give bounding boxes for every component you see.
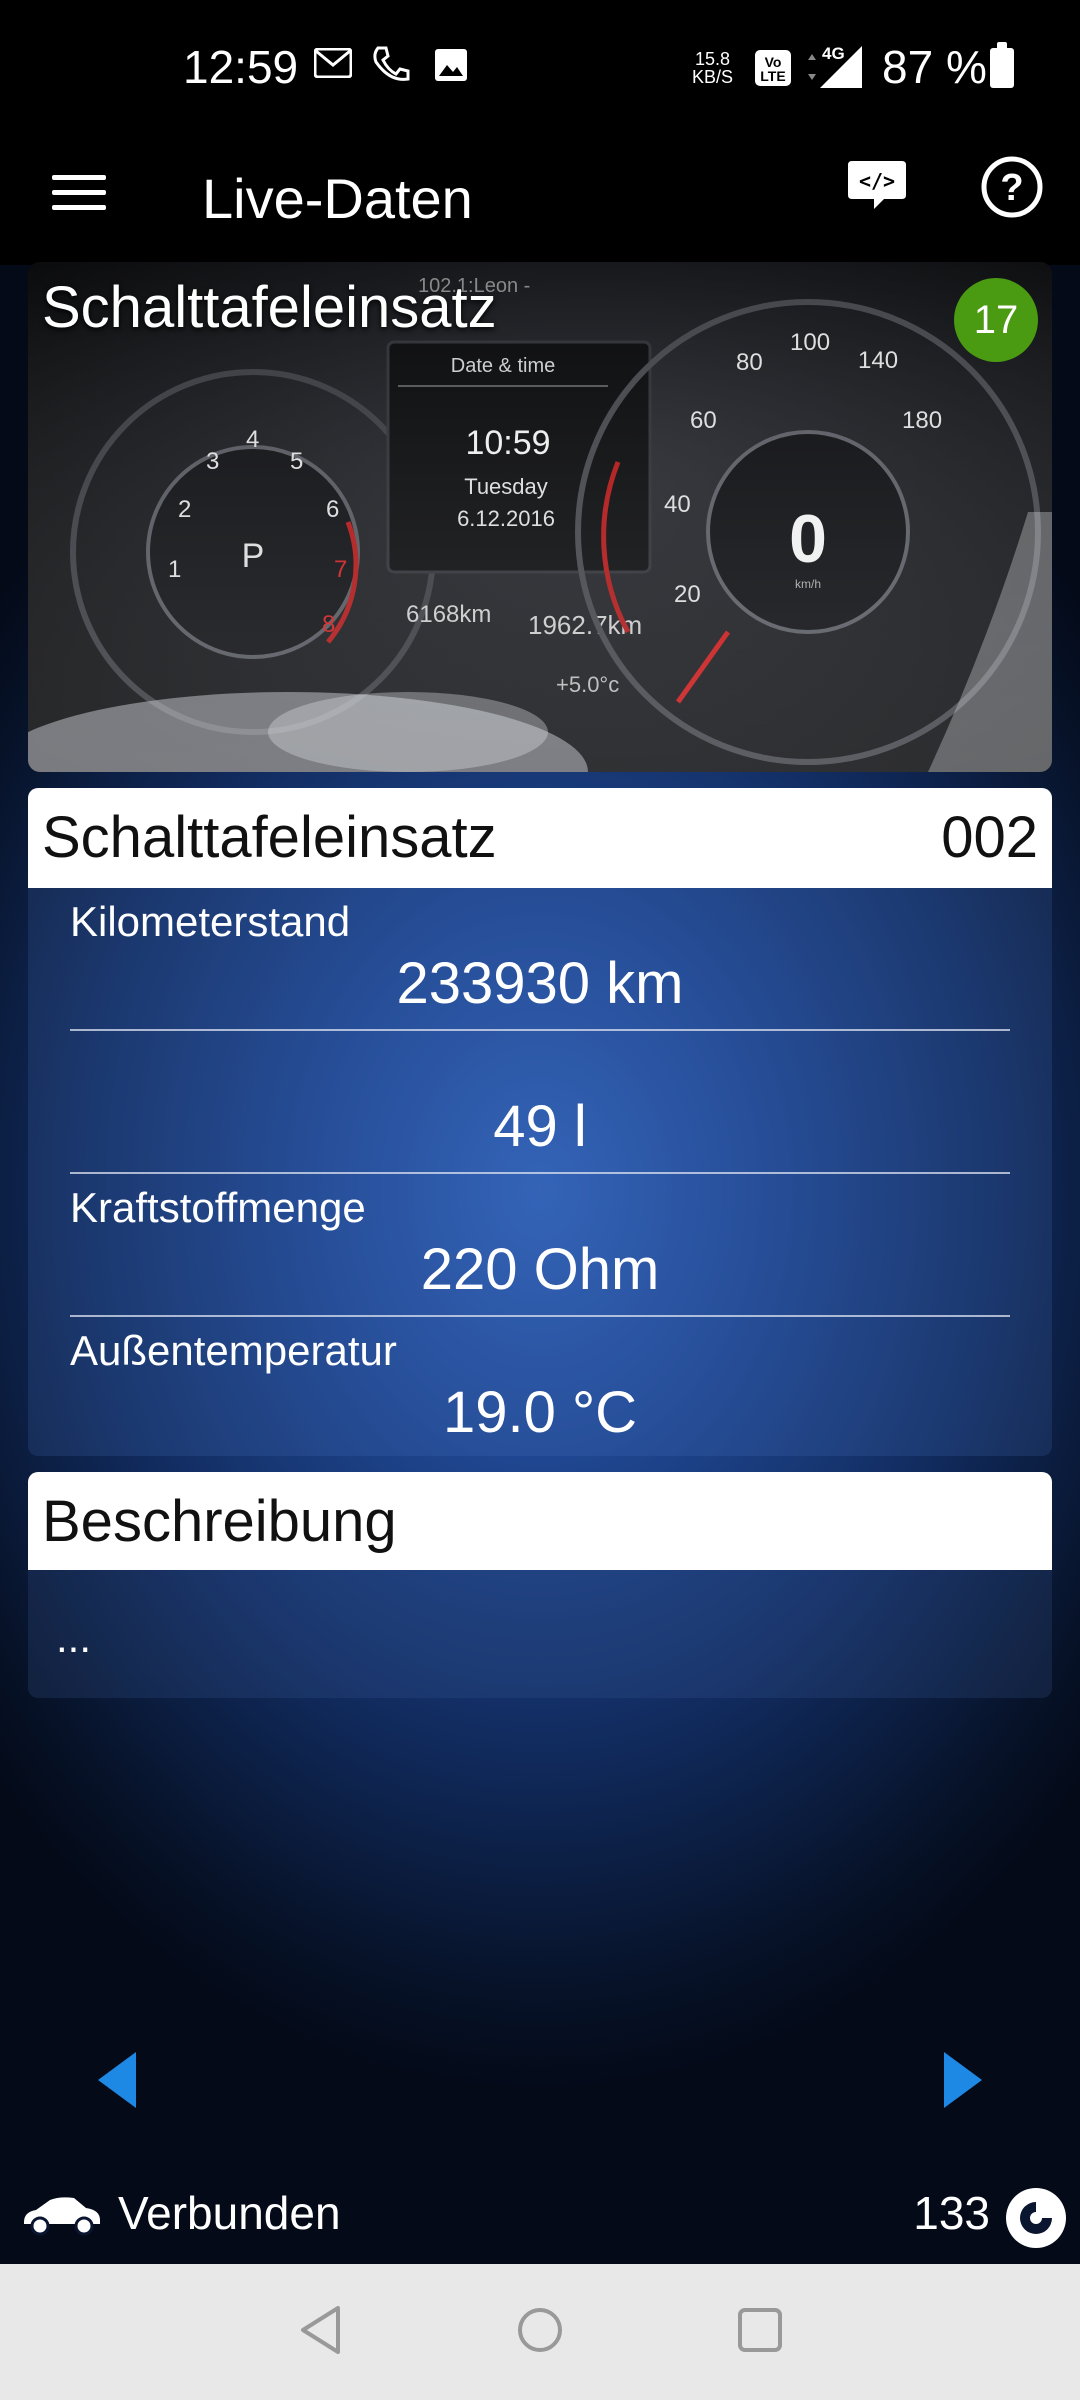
data-row: Kraftstoffmenge 220 Ohm <box>70 1174 1010 1317</box>
battery-icon <box>990 42 1014 88</box>
connection-count: 133 <box>913 2187 990 2239</box>
hamburger-menu-icon[interactable] <box>52 165 106 225</box>
connection-status: Verbunden <box>118 2187 341 2239</box>
data-panel-body: Kilometerstand 233930 km 49 l Kraftstoff… <box>28 888 1052 1456</box>
data-row-value: 19.0 °C <box>442 1380 638 1445</box>
code-bubble-icon[interactable]: </> <box>846 155 908 227</box>
phone-missed-icon <box>373 46 410 81</box>
back-triangle-icon[interactable] <box>298 2304 344 2356</box>
net-speed: 15.8 KB/S <box>692 50 733 86</box>
net-speed-unit: KB/S <box>692 67 734 87</box>
app-root: 12:59 15.8 KB/S Vo LTE 4G 87 % Live-Date… <box>0 0 1080 2400</box>
arrow-left-icon[interactable] <box>96 2050 140 2110</box>
data-row-value: 220 Ohm <box>420 1237 660 1302</box>
data-panel-title: Schalttafeleinsatz <box>42 805 497 870</box>
instrument-cluster-card[interactable]: P 1 2 3 4 5 6 7 8 102.1:Leon - Date & ti… <box>28 262 1052 772</box>
status-bar: 12:59 15.8 KB/S Vo LTE 4G 87 % <box>0 0 1080 135</box>
data-panel-header: Schalttafeleinsatz 002 <box>28 788 1052 888</box>
data-panel-code: 002 <box>941 805 1038 870</box>
network-type: 4G <box>822 44 845 63</box>
car-icon <box>24 2197 100 2236</box>
page-title: Live-Daten <box>202 167 473 230</box>
system-nav-bar <box>0 2264 1080 2400</box>
data-row-label: Kraftstoffmenge <box>70 1184 366 1231</box>
data-row-value: 233930 km <box>396 951 684 1016</box>
recents-square-icon[interactable] <box>736 2304 784 2356</box>
code-bubble-text: </> <box>859 169 895 193</box>
image-icon <box>435 49 467 81</box>
home-circle-icon[interactable] <box>516 2304 564 2356</box>
description-header: Beschreibung <box>28 1472 1052 1570</box>
connection-footer: Verbunden 133 <box>0 2170 1080 2260</box>
arrow-right-icon[interactable] <box>940 2050 984 2110</box>
description-body: ... <box>28 1570 1052 1698</box>
help-icon-text: ? <box>1000 167 1023 209</box>
connection-counter-icon <box>1006 2188 1066 2248</box>
data-row-value: 49 l <box>493 1094 587 1159</box>
net-speed-value: 15.8 <box>694 49 731 69</box>
help-circle-icon[interactable]: ? <box>980 155 1044 219</box>
data-row: Außentemperatur 19.0 °C <box>70 1317 1010 1460</box>
data-row: 49 l <box>70 1031 1010 1174</box>
status-time: 12:59 <box>183 41 299 93</box>
data-row-label: Kilometerstand <box>70 898 351 945</box>
volte-icon: Vo LTE <box>755 50 791 86</box>
description-text: ... <box>56 1614 92 1661</box>
mail-icon <box>314 48 352 78</box>
hero-title: Schalttafeleinsatz <box>42 275 497 340</box>
hero-count-badge: 17 <box>954 278 1038 362</box>
data-row-label: Außentemperatur <box>70 1327 397 1374</box>
description-title: Beschreibung <box>42 1489 397 1554</box>
battery-percent: 87 % <box>882 41 987 93</box>
data-row: Kilometerstand 233930 km <box>70 888 1010 1031</box>
app-bar: Live-Daten </> ? <box>0 135 1080 265</box>
